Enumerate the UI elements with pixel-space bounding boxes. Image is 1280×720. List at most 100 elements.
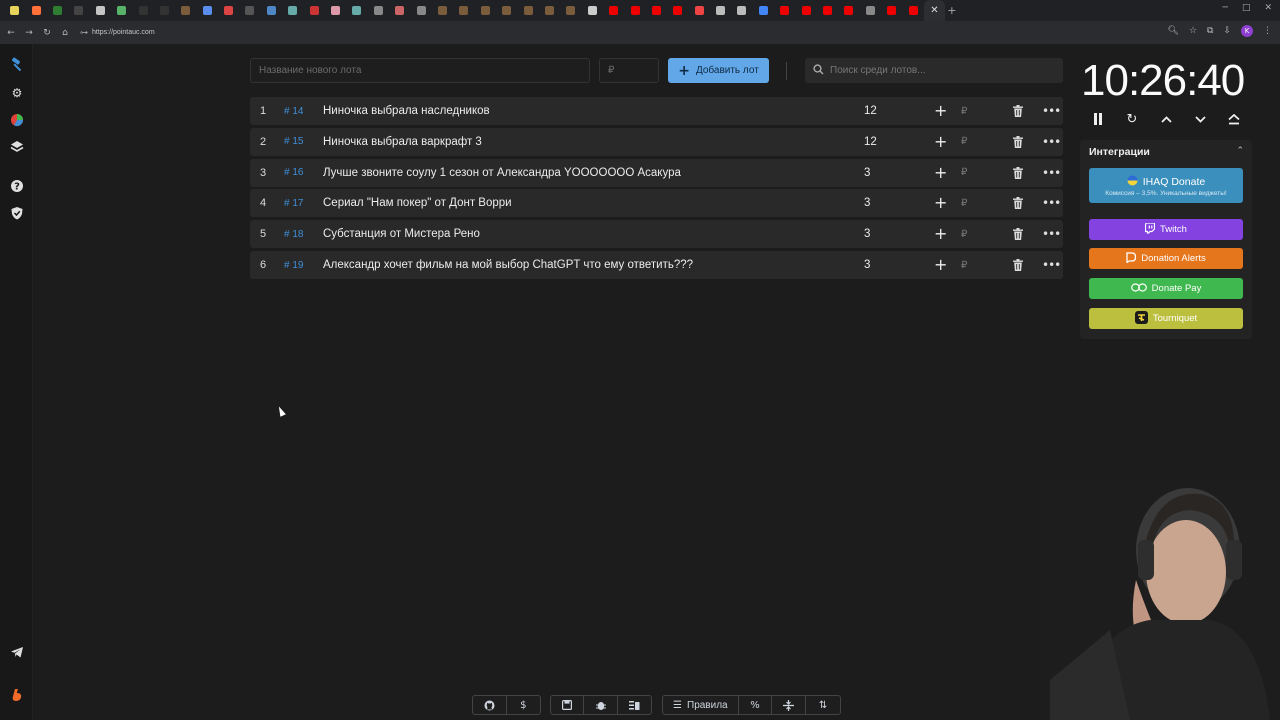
browser-tab[interactable]	[346, 0, 367, 21]
more-options-icon[interactable]: •••	[1042, 196, 1061, 210]
lot-row[interactable]: 1 # 14 Ниночка выбрала наследников 12 + ₽ •••	[250, 97, 1063, 125]
browser-tab[interactable]	[239, 0, 260, 21]
gavel-icon[interactable]	[9, 57, 25, 73]
ihaq-donate-button[interactable]: IHAQ Donate Комиссия – 3,5%. Уникальные …	[1089, 168, 1243, 203]
lot-row[interactable]: 4 # 17 Сериал "Нам покер" от Донт Ворри 3 + ₽…	[250, 189, 1063, 218]
more-options-icon[interactable]: •••	[1042, 104, 1061, 118]
timer-up-icon[interactable]	[1156, 110, 1176, 128]
add-lot-button[interactable]: + Добавить лот	[668, 58, 769, 83]
telegram-icon[interactable]	[9, 644, 25, 660]
lot-amount[interactable]: 12	[864, 136, 877, 148]
browser-tab[interactable]	[689, 0, 710, 21]
lot-name[interactable]: Ниночка выбрала наследников	[323, 105, 490, 117]
pause-icon[interactable]	[1088, 110, 1108, 128]
home-icon[interactable]: ⌂	[56, 28, 74, 38]
percent-icon[interactable]: %	[739, 696, 773, 714]
browser-tab[interactable]	[475, 0, 496, 21]
split-icon[interactable]	[772, 696, 807, 714]
browser-tab[interactable]	[795, 0, 816, 21]
lot-search-input[interactable]: Поиск среди лотов...	[805, 58, 1063, 83]
save-icon[interactable]	[551, 696, 585, 714]
lot-id[interactable]: # 18	[284, 229, 303, 240]
browser-tab[interactable]	[774, 0, 795, 21]
boosty-icon[interactable]	[9, 687, 25, 703]
trash-icon[interactable]	[1013, 105, 1023, 120]
browser-tab[interactable]	[902, 0, 923, 21]
help-icon[interactable]: ?	[9, 178, 25, 194]
add-amount-icon[interactable]: +	[934, 133, 947, 150]
profile-avatar[interactable]: K	[1241, 25, 1253, 37]
twitch-button[interactable]: Twitch	[1089, 219, 1243, 240]
browser-tab[interactable]	[667, 0, 688, 21]
back-icon[interactable]: ←	[2, 28, 20, 38]
donation-alerts-button[interactable]: Donation Alerts	[1089, 248, 1243, 269]
browser-tab[interactable]	[539, 0, 560, 21]
layers-icon[interactable]	[9, 139, 25, 155]
lot-name[interactable]: Субстанция от Мистера Рено	[323, 228, 480, 240]
maximize-icon[interactable]: □	[1242, 3, 1251, 13]
browser-tab[interactable]	[111, 0, 132, 21]
active-browser-tab[interactable]: ✕	[923, 0, 946, 21]
add-amount-icon[interactable]: +	[934, 164, 947, 181]
browser-tab[interactable]	[197, 0, 218, 21]
browser-tab[interactable]	[646, 0, 667, 21]
lot-id[interactable]: # 16	[284, 167, 303, 178]
lot-id[interactable]: # 14	[284, 106, 303, 117]
pie-chart-icon[interactable]	[9, 112, 25, 128]
bug-icon[interactable]	[584, 696, 618, 714]
browser-tab[interactable]	[25, 0, 46, 21]
browser-tab[interactable]	[753, 0, 774, 21]
browser-tab[interactable]	[68, 0, 89, 21]
browser-tab[interactable]	[154, 0, 175, 21]
gear-icon[interactable]: ⚙	[9, 85, 25, 101]
new-tab-button[interactable]: +	[947, 4, 956, 17]
lot-id[interactable]: # 17	[284, 198, 303, 209]
browser-tab[interactable]	[47, 0, 68, 21]
more-options-icon[interactable]: •••	[1042, 258, 1061, 272]
trash-icon[interactable]	[1013, 135, 1023, 151]
lot-row[interactable]: 5 # 18 Субстанция от Мистера Рено 3 + ₽ •••	[250, 220, 1063, 249]
trash-icon[interactable]	[1013, 197, 1023, 212]
extensions-icon[interactable]: ⧉	[1207, 26, 1213, 36]
dollar-icon[interactable]: $	[507, 696, 541, 714]
clear-list-icon[interactable]	[618, 696, 651, 714]
downloads-icon[interactable]: ⇩	[1223, 26, 1231, 36]
forward-icon[interactable]: →	[20, 28, 38, 38]
browser-tab[interactable]	[218, 0, 239, 21]
add-amount-icon[interactable]: +	[934, 103, 947, 119]
browser-tab[interactable]	[282, 0, 303, 21]
browser-tab[interactable]	[4, 0, 25, 21]
browser-tab[interactable]	[817, 0, 838, 21]
browser-tab[interactable]	[881, 0, 902, 21]
add-amount-icon[interactable]: +	[934, 195, 947, 211]
browser-tab[interactable]	[838, 0, 859, 21]
lot-name[interactable]: Александр хочет фильм на мой выбор ChatG…	[323, 259, 693, 271]
browser-tab[interactable]	[303, 0, 324, 21]
browser-tab[interactable]	[710, 0, 731, 21]
trash-icon[interactable]	[1013, 228, 1023, 243]
more-options-icon[interactable]: •••	[1042, 166, 1061, 180]
minimize-icon[interactable]: ─	[1223, 3, 1228, 13]
rules-button[interactable]: ☰ Правила	[663, 696, 739, 714]
browser-tab[interactable]	[389, 0, 410, 21]
url-field[interactable]: ⊶ https://pointauc.com	[80, 28, 155, 37]
lot-row[interactable]: 6 # 19 Александр хочет фильм на мой выбор …	[250, 251, 1063, 279]
lot-id[interactable]: # 15	[284, 136, 303, 147]
reload-icon[interactable]: ↻	[38, 28, 56, 38]
sort-icon[interactable]: ⇅	[806, 696, 840, 714]
add-amount-icon[interactable]: +	[934, 226, 947, 242]
browser-tab[interactable]	[261, 0, 282, 21]
lot-amount[interactable]: 3	[864, 259, 870, 271]
browser-tab[interactable]	[90, 0, 111, 21]
browser-tab[interactable]	[410, 0, 431, 21]
bookmark-star-icon[interactable]: ☆	[1189, 26, 1197, 36]
site-info-icon[interactable]: ⊶	[80, 28, 88, 37]
lot-amount-input[interactable]: ₽	[599, 58, 659, 83]
lot-row[interactable]: 3 # 16 Лучше звоните соулу 1 сезон от Алек…	[250, 158, 1063, 187]
trash-icon[interactable]	[1013, 166, 1023, 182]
browser-tab[interactable]	[582, 0, 603, 21]
lot-id[interactable]: # 19	[284, 260, 303, 271]
lot-amount[interactable]: 3	[864, 197, 870, 209]
ruble-icon[interactable]: ₽	[961, 260, 967, 271]
ruble-icon[interactable]: ₽	[961, 106, 967, 117]
